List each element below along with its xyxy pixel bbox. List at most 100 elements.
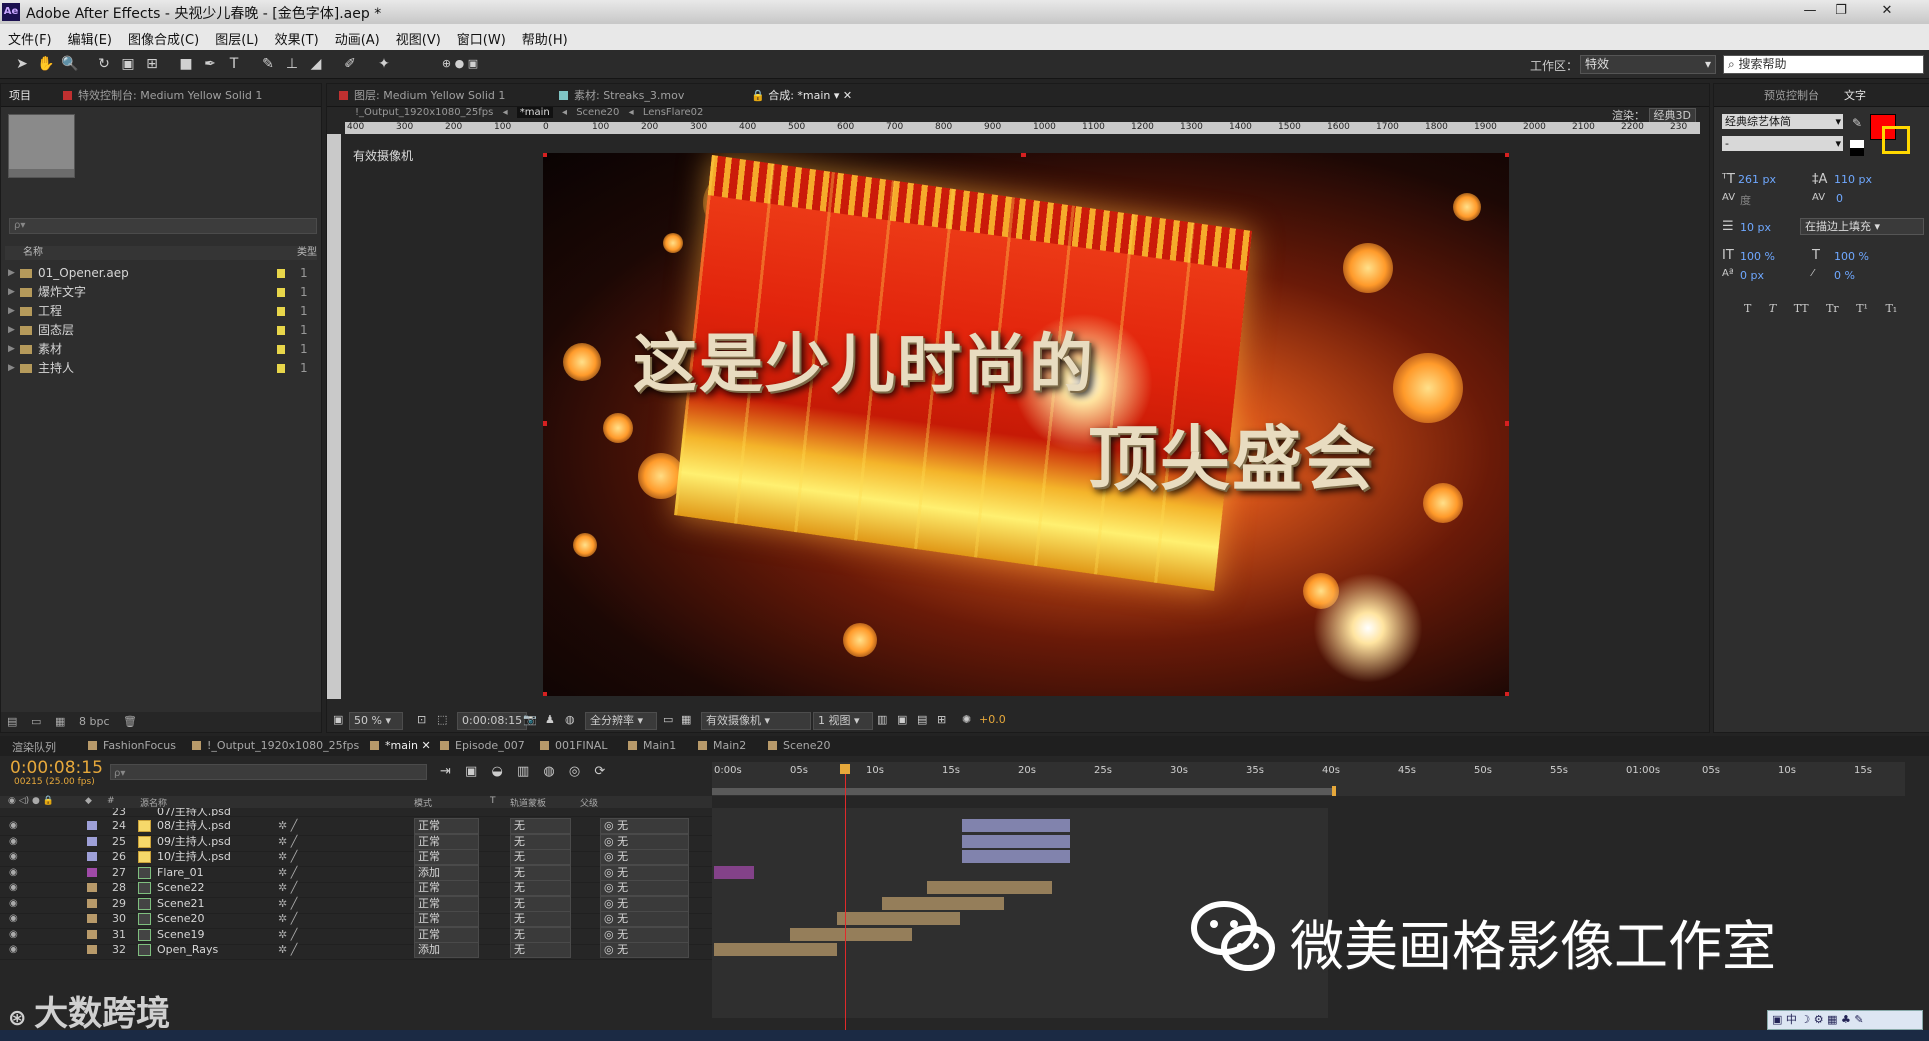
transform-handle[interactable] xyxy=(1505,153,1509,157)
menu-layer[interactable]: 图层(L) xyxy=(207,24,266,48)
graph-editor-icon[interactable]: ◎ xyxy=(569,764,584,779)
channel-color-icon[interactable]: ◍ xyxy=(565,712,575,728)
all-caps-button[interactable]: TT xyxy=(1794,302,1809,315)
layer-duration-bar[interactable] xyxy=(962,850,1070,863)
stroke-mode-select[interactable]: 在描边上填充 ▾ xyxy=(1800,218,1924,235)
exposure-value[interactable]: +0.0 xyxy=(979,712,1006,728)
tab-comp[interactable]: Scene20 xyxy=(768,739,831,752)
transform-handle[interactable] xyxy=(543,153,547,157)
menu-edit[interactable]: 编辑(E) xyxy=(60,24,120,48)
transform-handle[interactable] xyxy=(543,421,547,426)
layer-switches[interactable]: ✲ ╱ xyxy=(278,940,297,959)
always-preview-icon[interactable]: ▣ xyxy=(333,712,343,728)
fast-previews-icon[interactable]: ▣ xyxy=(897,712,907,728)
eraser-tool-icon[interactable]: ◢ xyxy=(307,55,325,73)
label-color-swatch[interactable] xyxy=(87,867,97,877)
input-method-icon[interactable]: ▣ xyxy=(1772,1013,1786,1026)
layer-row[interactable]: ◉ 32 Open_Rays ✲ ╱ 添加 无 ◎ 无 xyxy=(0,940,712,960)
white-color-chip[interactable] xyxy=(1850,140,1864,148)
hand-tool-icon[interactable]: ✋ xyxy=(37,55,55,73)
col-name[interactable]: 名称 xyxy=(23,246,43,260)
new-folder-icon[interactable]: ▭ xyxy=(31,712,41,732)
font-family-select[interactable]: 经典综艺体简 ▾ xyxy=(1722,114,1843,129)
color-depth-button[interactable]: 8 bpc xyxy=(79,712,110,732)
show-snapshot-icon[interactable]: ♟ xyxy=(545,712,555,728)
superscript-button[interactable]: T¹ xyxy=(1856,302,1868,315)
tab-comp[interactable]: FashionFocus xyxy=(88,739,176,752)
track-matte-select[interactable]: 无 xyxy=(510,942,571,958)
tab-comp[interactable]: Main1 xyxy=(628,739,676,752)
font-style-select[interactable]: - ▾ xyxy=(1722,136,1843,151)
safe-zones-icon[interactable]: ⊡ xyxy=(417,712,426,728)
tab-effect-controls[interactable]: 特效控制台: Medium Yellow Solid 1 xyxy=(63,87,262,105)
current-time-indicator[interactable] xyxy=(845,766,846,1036)
layer-duration-bar[interactable] xyxy=(790,927,912,941)
blend-mode-select[interactable]: 添加 xyxy=(414,942,479,958)
label-color-swatch[interactable] xyxy=(87,821,97,830)
magnification-select[interactable]: 50 % ▾ xyxy=(349,712,403,730)
expand-arrow-icon[interactable]: ▶ xyxy=(8,359,15,378)
expand-arrow-icon[interactable]: ▶ xyxy=(8,321,15,340)
timeline-icon[interactable]: ▤ xyxy=(917,712,927,728)
clone-stamp-tool-icon[interactable]: ⊥ xyxy=(283,55,301,73)
label-color-swatch[interactable] xyxy=(87,883,97,892)
brush-tool-icon[interactable]: ✎ xyxy=(259,55,277,73)
t-column[interactable]: T xyxy=(490,796,496,806)
flowchart-icon[interactable]: ⊞ xyxy=(937,712,946,728)
axis-mode-icons[interactable]: ⊕ ● ▣ xyxy=(440,55,480,73)
tab-comp[interactable]: !_Output_1920x1080_25fps xyxy=(192,739,359,752)
camera-tool-icon[interactable]: ▣ xyxy=(119,55,137,73)
composition-frame[interactable]: 这是少儿时尚的 顶尖盛会 xyxy=(543,153,1509,696)
mask-visibility-icon[interactable]: ⬚ xyxy=(437,712,447,728)
stroke-width-value[interactable]: 10 px xyxy=(1740,221,1771,234)
project-item[interactable]: ▶ 主持人 1 xyxy=(5,359,317,378)
chevron-down-icon[interactable]: ▾ ✕ xyxy=(830,89,852,102)
minimize-button[interactable]: — xyxy=(1795,2,1825,20)
renderer-button[interactable]: 经典3D xyxy=(1648,108,1696,123)
baseline-shift-value[interactable]: 0 px xyxy=(1740,269,1764,282)
layer-duration-bar[interactable] xyxy=(927,881,1052,894)
work-area-end-handle[interactable] xyxy=(1332,786,1336,796)
label-color-swatch[interactable] xyxy=(87,929,97,939)
draft-3d-icon[interactable]: ▣ xyxy=(465,764,481,779)
menu-composition[interactable]: 图像合成(C) xyxy=(120,24,207,48)
layer-duration-bar[interactable] xyxy=(714,943,837,956)
interpret-footage-icon[interactable]: ▤ xyxy=(7,712,17,732)
transform-handle[interactable] xyxy=(1505,692,1509,696)
new-composition-icon[interactable]: ▦ xyxy=(55,712,65,732)
rotate-tool-icon[interactable]: ↻ xyxy=(95,55,113,73)
current-time-display[interactable]: 0:00:08:15 xyxy=(457,712,528,730)
tab-comp[interactable]: Episode_007 xyxy=(440,739,525,752)
black-color-chip[interactable] xyxy=(1850,148,1864,156)
col-type[interactable]: 类型 xyxy=(297,246,317,260)
project-search-input[interactable]: ρ▾ xyxy=(9,218,317,234)
layer-duration-bar[interactable] xyxy=(714,865,754,879)
close-button[interactable]: ✕ xyxy=(1872,2,1902,20)
project-item[interactable]: ▶ 工程 1 xyxy=(5,302,317,321)
headline-text-2[interactable]: 顶尖盛会 xyxy=(1088,403,1376,504)
composition-mini-flowchart-icon[interactable]: ⇥ xyxy=(440,764,455,779)
font-size-value[interactable]: 261 px xyxy=(1738,173,1776,186)
menu-help[interactable]: 帮助(H) xyxy=(514,24,576,48)
transform-handle[interactable] xyxy=(1021,153,1026,157)
menu-file[interactable]: 文件(F) xyxy=(0,24,60,48)
layer-duration-bar[interactable] xyxy=(882,896,1004,910)
selection-tool-icon[interactable]: ➤ xyxy=(13,55,31,73)
live-update-icon[interactable]: ⟳ xyxy=(594,764,605,779)
label-color-swatch[interactable] xyxy=(87,852,97,861)
horizontal-scale-value[interactable]: 100 % xyxy=(1834,250,1869,263)
layer-duration-bar[interactable] xyxy=(837,912,960,925)
kerning-value[interactable]: 度 xyxy=(1740,192,1751,208)
project-item[interactable]: ▶ 爆炸文字 1 xyxy=(5,283,317,302)
exposure-icon[interactable]: ✺ xyxy=(962,712,971,728)
breadcrumb-item[interactable]: !_Output_1920x1080_25fps xyxy=(355,107,493,118)
tab-comp-active[interactable]: *main ✕ xyxy=(370,739,431,752)
expand-arrow-icon[interactable]: ▶ xyxy=(8,264,15,283)
project-item[interactable]: ▶ 素材 1 xyxy=(5,340,317,359)
tsume-value[interactable]: 0 % xyxy=(1834,269,1855,282)
project-item[interactable]: ▶ 固态层 1 xyxy=(5,321,317,340)
frame-blending-icon[interactable]: ▥ xyxy=(517,764,533,779)
transform-handle[interactable] xyxy=(1505,421,1509,426)
tracking-value[interactable]: 0 xyxy=(1836,192,1843,205)
faux-bold-button[interactable]: T xyxy=(1744,302,1751,315)
